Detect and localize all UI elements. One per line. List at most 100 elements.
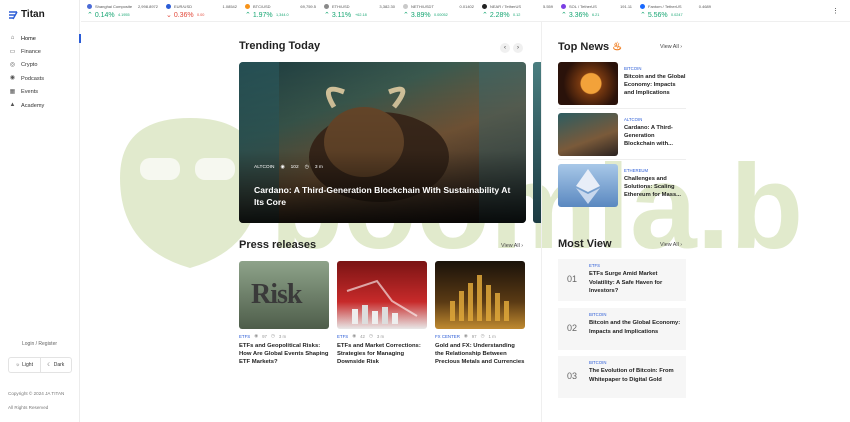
- top-news-item-title[interactable]: Bitcoin and the Global Economy: Impacts …: [624, 73, 686, 98]
- press-category[interactable]: ETFS: [239, 334, 250, 339]
- most-view-item[interactable]: 01 ETFS ETFs Surge Amid Market Volatilit…: [558, 259, 686, 301]
- logo[interactable]: Titan: [8, 9, 45, 20]
- press-category[interactable]: FX CENTER: [435, 334, 460, 339]
- ticker-item[interactable]: SOL / TetherUS 191.11 ⌃ 3.36% 6.21: [555, 0, 634, 22]
- carousel-prev-button[interactable]: ‹: [500, 43, 510, 53]
- most-view-view-all-link[interactable]: View All ›: [660, 242, 682, 248]
- dark-theme-button[interactable]: ☾ Dark: [41, 358, 72, 372]
- sidebar-item-finance[interactable]: ▭ Finance: [0, 45, 80, 58]
- ticker-item[interactable]: BTC/USD 69,759.5 ⌃ 1.97% 1,344.0: [239, 0, 318, 22]
- app-name: Titan: [21, 9, 45, 20]
- arrow-down-icon: ⌄: [166, 12, 174, 19]
- top-news-item[interactable]: ETHEREUM Challenges and Solutions: Scali…: [558, 164, 686, 208]
- press-item-title[interactable]: Gold and FX: Understanding the Relations…: [435, 342, 525, 366]
- ticker-item[interactable]: NEAR / TetherUS 5.559 ⌃ 2.28% 0.12: [476, 0, 555, 22]
- top-news-item-title[interactable]: Challenges and Solutions: Scaling Ethere…: [624, 175, 686, 200]
- podcast-icon: ◉: [9, 75, 16, 82]
- sidebar-item-home[interactable]: ⌂ Home: [0, 32, 81, 45]
- top-news-category[interactable]: BITCOIN: [624, 66, 641, 71]
- top-news-item-title[interactable]: Cardano: A Third-Generation Blockchain w…: [624, 124, 686, 149]
- ticker-item[interactable]: EUR/USD 1.08542 ⌄ 0.36% 0.00: [160, 0, 239, 22]
- light-theme-button[interactable]: ☼ Light: [9, 358, 41, 372]
- moon-icon: ☾: [47, 362, 52, 368]
- asset-icon: [640, 4, 645, 9]
- eye-icon: ◉: [280, 165, 285, 170]
- top-news-item[interactable]: BITCOIN Bitcoin and the Global Economy: …: [558, 62, 686, 106]
- hero-category[interactable]: ALTCOIN: [254, 165, 274, 170]
- most-view-category[interactable]: ETFS: [589, 263, 600, 268]
- top-news-item[interactable]: ALTCOIN Cardano: A Third-Generation Bloc…: [558, 113, 686, 157]
- trending-title: Trending Today: [239, 40, 321, 52]
- sidebar-item-podcasts[interactable]: ◉ Podcasts: [0, 72, 80, 85]
- ticker-change: 0.0247: [671, 13, 683, 18]
- press-item[interactable]: FX CENTER ◉ 97 ◷ 1 m Gold and FX: Understand…: [435, 261, 525, 366]
- crypto-icon: ◎: [9, 61, 16, 68]
- asset-icon: [87, 4, 92, 9]
- asset-icon: [166, 4, 171, 9]
- eye-icon: ◉: [463, 333, 468, 338]
- ticker-price: 0.4689: [698, 3, 711, 9]
- press-item[interactable]: ETFS ◉ 42 ◷ 3 m ETFs and Market Corrections:…: [337, 261, 427, 366]
- chevron-right-icon: ›: [517, 45, 519, 51]
- ticker-item[interactable]: Fantom / TetherUS 0.4689 ⌃ 5.56% 0.0247: [634, 0, 713, 22]
- sidebar-nav: ⌂ Home ▭ Finance ◎ Crypto ◉ Podcasts ▦ E…: [0, 32, 81, 112]
- ticker-name: BTC/USD: [253, 3, 271, 9]
- cardano-thumb: [558, 113, 618, 156]
- more-options-icon[interactable]: ⋮: [832, 7, 839, 15]
- asset-icon: [245, 4, 250, 9]
- asset-icon: [324, 4, 329, 9]
- titan-logo-icon: [9, 10, 18, 19]
- ticker-percent: ⌃ 3.36%: [561, 12, 589, 19]
- arrow-right-icon: ›: [680, 242, 683, 248]
- most-view-item[interactable]: 03 BITCOIN The Evolution of Bitcoin: Fro…: [558, 356, 686, 398]
- most-view-item-title[interactable]: Bitcoin and the Global Economy: Impacts …: [589, 319, 683, 336]
- sun-icon: ☼: [15, 362, 21, 368]
- asset-icon: [561, 4, 566, 9]
- press-category[interactable]: ETFS: [337, 334, 348, 339]
- carousel-next-button[interactable]: ›: [513, 43, 523, 53]
- press-thumb-chart: [337, 261, 427, 329]
- ticker-percent: ⌄ 0.36%: [166, 12, 194, 19]
- sidebar: Titan ⌂ Home ▭ Finance ◎ Crypto ◉ Podcas…: [0, 0, 81, 422]
- sidebar-item-crypto[interactable]: ◎ Crypto: [0, 59, 80, 72]
- ticker-name: SOL / TetherUS: [569, 3, 597, 9]
- asset-icon: [482, 4, 487, 9]
- asset-icon: [403, 4, 408, 9]
- ticker-price: 5.559: [542, 3, 553, 9]
- most-view-item-title[interactable]: The Evolution of Bitcoin: From Whitepape…: [589, 367, 683, 384]
- sidebar-item-label: Academy: [21, 102, 45, 109]
- most-view-category[interactable]: BITCOIN: [589, 312, 606, 317]
- chevron-left-icon: ‹: [504, 45, 506, 51]
- fire-icon: ♨: [612, 41, 623, 53]
- trending-next-card-peek[interactable]: [533, 62, 541, 223]
- home-icon: ⌂: [10, 35, 15, 42]
- top-news-view-all-link[interactable]: View All ›: [660, 44, 682, 50]
- market-ticker: Shanghai Composite 2,998.8972 ⌃ 0.14% 4.195…: [81, 0, 850, 22]
- press-item[interactable]: Risk ETFS ◉ 97 ◷ 3 m ETFs and Geopolitical R…: [239, 261, 329, 366]
- sidebar-item-label: Events: [21, 89, 39, 96]
- ticker-price: 2,998.8972: [137, 3, 158, 9]
- ticker-change: 6.21: [592, 13, 600, 18]
- arrow-up-icon: ⌃: [403, 12, 411, 19]
- most-view-category[interactable]: BITCOIN: [589, 360, 606, 365]
- press-view-all-link[interactable]: View All ›: [501, 243, 523, 249]
- ticker-item[interactable]: Shanghai Composite 2,998.8972 ⌃ 0.14% 4.195…: [81, 0, 160, 22]
- most-view-item[interactable]: 02 BITCOIN Bitcoin and the Global Econom…: [558, 308, 686, 350]
- press-item-title[interactable]: ETFs and Geopolitical Risks: How Are Glo…: [239, 342, 329, 366]
- trending-hero-card[interactable]: ALTCOIN ◉ 102 ◷ 3 m Cardano: A Third-Gen…: [239, 62, 526, 223]
- rights-text: All Rights Reserved: [8, 405, 49, 410]
- ticker-name: ETH/USD: [332, 3, 350, 9]
- eye-icon: ◉: [352, 333, 357, 338]
- hero-views: 102: [290, 165, 299, 170]
- hero-title[interactable]: Cardano: A Third-Generation Blockchain W…: [254, 184, 514, 208]
- most-view-item-title[interactable]: ETFs Surge Amid Market Volatility: A Saf…: [589, 270, 683, 296]
- press-item-title[interactable]: ETFs and Market Corrections: Strategies …: [337, 342, 427, 366]
- login-register-link[interactable]: Login / Register: [22, 341, 57, 347]
- sidebar-item-label: Home: [21, 35, 36, 42]
- top-news-category[interactable]: ALTCOIN: [624, 117, 642, 122]
- top-news-category[interactable]: ETHEREUM: [624, 168, 648, 173]
- ticker-item[interactable]: NETH/USDT 0.01402 ⌃ 3.89% 0.00052: [397, 0, 476, 22]
- sidebar-item-events[interactable]: ▦ Events: [0, 86, 80, 99]
- sidebar-item-academy[interactable]: ▲ Academy: [0, 99, 80, 112]
- ticker-item[interactable]: ETH/USD 3,382.30 ⌃ 3.11% +62.18: [318, 0, 397, 22]
